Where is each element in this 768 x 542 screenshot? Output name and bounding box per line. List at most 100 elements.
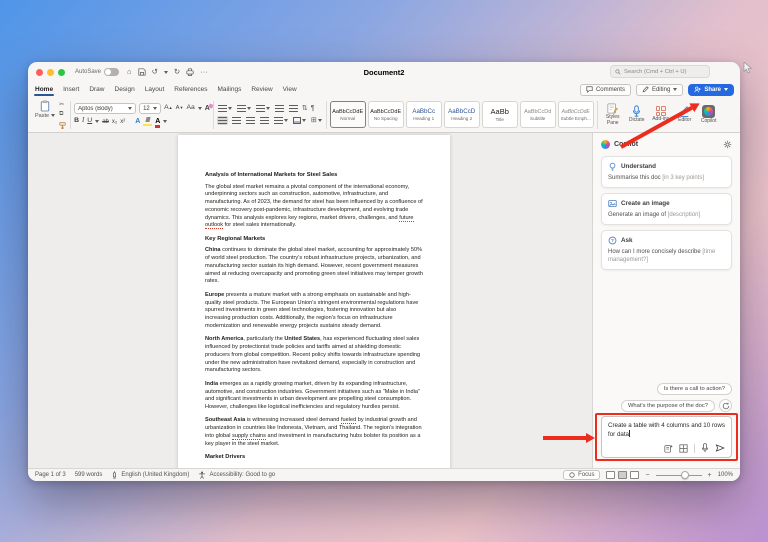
numbered-list-button[interactable] xyxy=(236,104,252,113)
bold-button[interactable]: B xyxy=(74,118,79,125)
align-center-button[interactable] xyxy=(231,116,242,125)
tab-layout[interactable]: Layout xyxy=(144,84,166,95)
accessibility-icon xyxy=(198,471,206,479)
tab-draw[interactable]: Draw xyxy=(88,84,105,95)
increase-indent-button[interactable] xyxy=(288,104,299,113)
superscript-button[interactable]: x² xyxy=(120,119,125,125)
underline-button[interactable]: U xyxy=(87,118,92,125)
italic-button[interactable]: I xyxy=(82,118,84,125)
editing-mode-button[interactable]: Editing xyxy=(636,84,683,96)
styles-pane-button[interactable]: Styles Pane xyxy=(601,103,625,127)
undo-dropdown-icon[interactable] xyxy=(164,71,168,74)
copilot-card-understand[interactable]: UnderstandSummarise this doc [in 3 key p… xyxy=(601,156,732,188)
minimize-window-button[interactable] xyxy=(47,69,54,76)
style-heading-1[interactable]: AaBbCcHeading 1 xyxy=(406,101,442,128)
justify-button[interactable] xyxy=(259,116,270,125)
highlight-button[interactable] xyxy=(143,117,152,126)
redo-icon[interactable]: ↻ xyxy=(174,68,180,76)
cut-icon[interactable]: ✂ xyxy=(59,101,66,108)
autosave-toggle[interactable]: AutoSave xyxy=(75,68,119,76)
change-case-button[interactable]: Aa xyxy=(186,105,194,112)
more-icon[interactable]: ··· xyxy=(200,68,208,76)
mic-icon[interactable] xyxy=(701,443,709,453)
save-icon[interactable] xyxy=(138,68,146,76)
style-subtle-emph-[interactable]: AaBbCcDdESubtle Emph... xyxy=(558,101,594,128)
table-icon[interactable] xyxy=(679,444,688,453)
comments-button[interactable]: Comments xyxy=(580,84,631,96)
page-indicator[interactable]: Page 1 of 3 xyxy=(35,472,66,478)
copilot-prompt-input[interactable]: Create a table with 4 columns and 10 row… xyxy=(601,416,732,458)
tab-references[interactable]: References xyxy=(173,84,208,95)
style-normal[interactable]: AaBbCcDdENormal xyxy=(330,101,366,128)
font-color-button[interactable]: A xyxy=(155,118,160,125)
show-paragraph-marks-button[interactable]: ¶ xyxy=(311,105,315,112)
copilot-card-hint: [description] xyxy=(668,212,700,218)
shrink-font-button[interactable]: A▼ xyxy=(176,106,184,112)
print-layout-button[interactable] xyxy=(618,471,627,479)
add-ins-button[interactable]: Add-ins xyxy=(649,106,673,123)
focus-button[interactable]: Focus xyxy=(563,470,600,480)
text-effects-button[interactable]: A xyxy=(135,118,140,125)
dictate-button[interactable]: Dictate xyxy=(625,105,649,124)
tab-design[interactable]: Design xyxy=(114,84,136,95)
zoom-in-button[interactable]: + xyxy=(708,472,712,479)
multilevel-list-button[interactable] xyxy=(255,104,271,113)
strikethrough-button[interactable]: ab xyxy=(102,119,109,125)
tab-home[interactable]: Home xyxy=(34,84,54,95)
tab-insert[interactable]: Insert xyxy=(62,84,80,95)
borders-button[interactable]: ⊞ xyxy=(310,116,323,125)
search-input[interactable]: Search (Cmd + Ctrl + U) xyxy=(610,65,710,78)
share-button[interactable]: Share xyxy=(688,84,734,96)
proofing-status[interactable]: English (United Kingdom) xyxy=(111,471,189,479)
copilot-card-ask[interactable]: ?AskHow can I more concisely describe [t… xyxy=(601,230,732,270)
format-painter-icon[interactable] xyxy=(59,122,66,129)
line-spacing-button[interactable] xyxy=(273,116,289,125)
align-left-button[interactable] xyxy=(217,116,228,125)
bullet-list-button[interactable] xyxy=(217,104,233,113)
home-icon[interactable]: ⌂ xyxy=(127,68,132,76)
prompt-guide-icon[interactable] xyxy=(664,444,673,453)
decrease-indent-button[interactable] xyxy=(274,104,285,113)
suggestion-chip[interactable]: Is there a call to action? xyxy=(657,383,732,395)
copy-icon[interactable]: ⧉ xyxy=(59,111,66,118)
copilot-card-create-an-image[interactable]: Create an imageGenerate an image of [des… xyxy=(601,193,732,225)
copilot-button[interactable]: Copilot xyxy=(697,105,721,125)
zoom-out-button[interactable]: − xyxy=(645,472,649,479)
style-no-spacing[interactable]: AaBbCcDdENo Spacing xyxy=(368,101,404,128)
align-right-button[interactable] xyxy=(245,116,256,125)
editor-button[interactable]: Editor xyxy=(673,106,697,124)
autosave-switch[interactable] xyxy=(104,68,119,76)
zoom-window-button[interactable] xyxy=(58,69,65,76)
zoom-slider[interactable] xyxy=(656,475,702,476)
word-count[interactable]: 599 words xyxy=(75,472,103,478)
sort-button[interactable]: ⇅ xyxy=(302,105,308,112)
settings-icon[interactable] xyxy=(723,140,732,149)
zoom-level[interactable]: 100% xyxy=(718,472,733,478)
send-icon[interactable] xyxy=(715,443,725,453)
style-title[interactable]: AaBbTitle xyxy=(482,101,518,128)
font-name-select[interactable]: Aptos (Body) xyxy=(74,103,136,114)
undo-icon[interactable]: ↺ xyxy=(152,68,158,76)
clear-formatting-button[interactable]: A xyxy=(205,105,210,112)
copilot-card-header: Understand xyxy=(608,162,725,171)
subscript-button[interactable]: x₂ xyxy=(112,119,117,125)
accessibility-status[interactable]: Accessibility: Good to go xyxy=(198,471,275,479)
close-window-button[interactable] xyxy=(36,69,43,76)
read-mode-button[interactable] xyxy=(606,471,615,479)
style-heading-2[interactable]: AaBbCcDHeading 2 xyxy=(444,101,480,128)
document-page[interactable]: Analysis of International Markets for St… xyxy=(178,135,450,468)
web-layout-button[interactable] xyxy=(630,471,639,479)
grow-font-button[interactable]: A▲ xyxy=(164,105,173,112)
suggestion-chip[interactable]: What's the purpose of the doc? xyxy=(621,400,715,412)
print-icon[interactable] xyxy=(186,68,194,76)
font-size-select[interactable]: 12 xyxy=(139,103,161,114)
refresh-suggestions-button[interactable] xyxy=(719,399,732,412)
tab-view[interactable]: View xyxy=(282,84,298,95)
tab-review[interactable]: Review xyxy=(250,84,273,95)
paste-button[interactable]: Paste xyxy=(32,99,58,131)
tab-mailings[interactable]: Mailings xyxy=(217,84,243,95)
zoom-slider-knob[interactable] xyxy=(681,471,689,479)
style-subtitle[interactable]: AaBbCcDdSubtitle xyxy=(520,101,556,128)
language-label: English (United Kingdom) xyxy=(121,472,189,478)
shading-button[interactable] xyxy=(292,116,307,125)
